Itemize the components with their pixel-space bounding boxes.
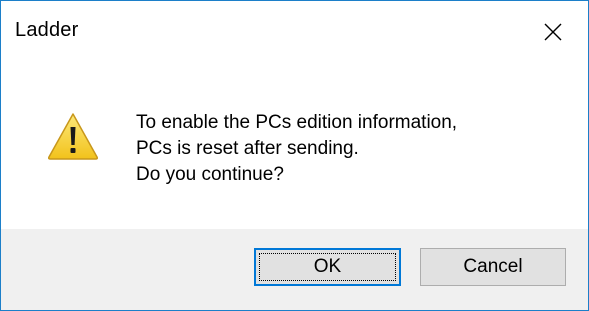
button-bar: OK Cancel [1,229,588,310]
close-x-icon [543,22,563,42]
message-text: To enable the PCs edition information, P… [136,110,457,188]
cancel-button[interactable]: Cancel [420,248,566,286]
message-line: Do you continue? [136,164,284,185]
message-dialog: Ladder To enable the PCs edition informa… [0,0,589,311]
close-button[interactable] [518,1,588,63]
window-title: Ladder [15,19,79,41]
cancel-button-label: Cancel [463,256,523,277]
ok-button[interactable]: OK [254,248,401,286]
dialog-content: To enable the PCs edition information, P… [1,63,588,229]
message-line: PCs is reset after sending. [136,138,359,159]
title-bar: Ladder [1,1,588,63]
focus-ring [259,253,396,281]
warning-triangle-icon [47,112,99,160]
message-line: To enable the PCs edition information, [136,112,458,133]
